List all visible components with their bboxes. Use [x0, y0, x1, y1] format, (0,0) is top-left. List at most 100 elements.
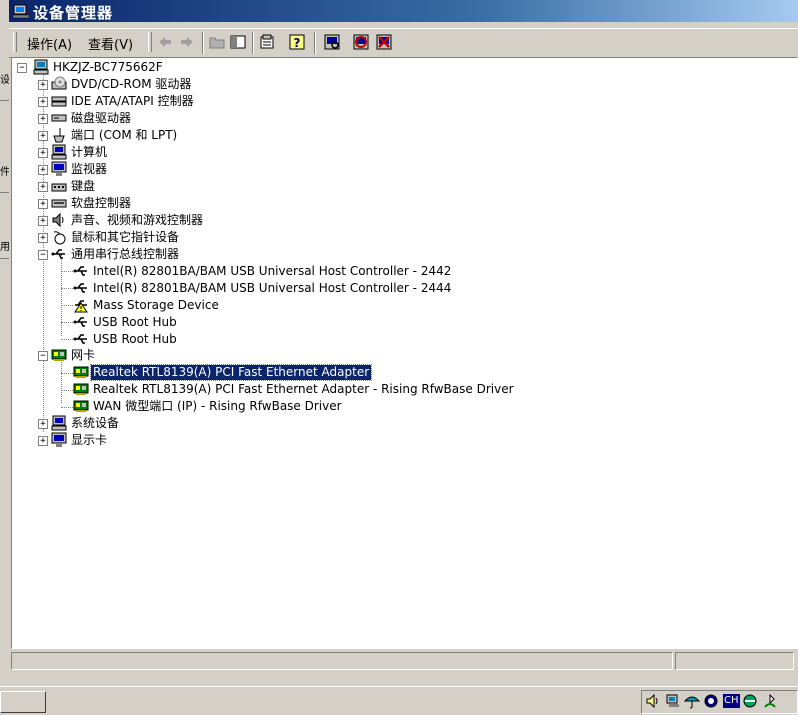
keyboard-icon [51, 183, 67, 192]
usb-icon [73, 283, 87, 293]
disable-device-icon[interactable] [352, 33, 370, 51]
tree-device-label: Realtek RTL8139(A) PCI Fast Ethernet Ada… [89, 364, 373, 381]
tree-category-label: 键盘 [71, 179, 96, 193]
menu-view[interactable]: 查看(V) [88, 34, 133, 53]
device-manager-window: 设备管理器 操作(A) 查看(V) ? − + + + + + + + + + … [9, 0, 798, 686]
forward-arrow-icon[interactable] [178, 33, 196, 51]
expand-box[interactable]: + [38, 131, 48, 141]
collapse-box[interactable]: − [38, 250, 48, 260]
usb-icon [73, 334, 87, 344]
expand-box[interactable]: + [38, 182, 48, 192]
properties-icon[interactable] [258, 33, 276, 51]
system-device-icon [51, 415, 67, 431]
toolbar-separator [314, 32, 316, 54]
expand-box[interactable]: + [38, 233, 48, 243]
device-tree[interactable]: − + + + + + + + + + + − − + + HKZJZ-BC77… [11, 57, 798, 649]
antivirus-icon[interactable] [703, 693, 719, 709]
tree-device-label: Mass Storage Device [93, 298, 219, 312]
expand-box[interactable]: + [38, 419, 48, 429]
clock-icon[interactable] [762, 693, 778, 709]
expand-box[interactable]: + [38, 80, 48, 90]
collapse-box[interactable]: − [17, 63, 27, 73]
tree-line [61, 322, 73, 323]
volume-icon[interactable] [645, 693, 661, 709]
tree-line [61, 288, 73, 289]
menu-action[interactable]: 操作(A) [27, 34, 72, 53]
expand-box[interactable]: + [38, 199, 48, 209]
usb-icon [51, 249, 65, 259]
expand-box[interactable]: + [38, 97, 48, 107]
tree-category-label: 鼠标和其它指针设备 [71, 230, 180, 244]
tree-category-label: 声音、视频和游戏控制器 [71, 213, 204, 227]
tree-line [61, 390, 73, 391]
tree-device-label: Realtek RTL8139(A) PCI Fast Ethernet Ada… [93, 382, 514, 396]
toolbar-separator [202, 32, 204, 54]
help-icon[interactable]: ? [288, 33, 306, 51]
warning-icon [74, 300, 88, 313]
tree-line [61, 254, 62, 336]
network-card-icon [73, 383, 89, 395]
tree-line [61, 305, 73, 306]
tree-category-label: 系统设备 [71, 416, 120, 430]
toolbar-separator [252, 32, 254, 54]
expand-box[interactable]: + [38, 216, 48, 226]
computer-icon [33, 59, 49, 75]
tree-line [61, 407, 73, 408]
tree-device-label: Intel(R) 82801BA/BAM USB Universal Host … [93, 281, 452, 295]
sound-icon [52, 212, 64, 228]
svg-text:?: ? [294, 36, 301, 50]
tree-category-label: 监视器 [71, 162, 108, 176]
expand-box[interactable]: + [38, 436, 48, 446]
floppy-controller-icon [51, 199, 67, 208]
cdrom-icon [51, 76, 67, 90]
toolbar-grip[interactable] [13, 32, 17, 52]
input-method-indicator[interactable]: CH [723, 694, 740, 708]
window-title: 设备管理器 [33, 4, 114, 22]
tree-category-label: IDE ATA/ATAPI 控制器 [71, 94, 194, 108]
expand-box[interactable]: + [38, 148, 48, 158]
collapse-box[interactable]: − [38, 351, 48, 361]
status-bar [11, 652, 796, 670]
taskbar-button[interactable] [0, 691, 46, 713]
tree-category-label: 计算机 [71, 145, 108, 159]
network-card-icon [73, 366, 89, 378]
tree-line [61, 339, 73, 340]
umbrella-icon[interactable] [684, 693, 700, 709]
tree-device-label: Intel(R) 82801BA/BAM USB Universal Host … [93, 264, 452, 278]
expand-box[interactable]: + [38, 165, 48, 175]
tree-line [61, 271, 73, 272]
toolbar-grip[interactable] [148, 32, 152, 52]
status-panel [675, 652, 794, 670]
title-bar[interactable]: 设备管理器 [9, 0, 798, 22]
tree-category-label: DVD/CD-ROM 驱动器 [71, 77, 192, 91]
usb-icon [73, 317, 87, 327]
folder-up-icon[interactable] [208, 33, 226, 51]
usb-icon [73, 266, 87, 276]
system-tray: CH [641, 690, 798, 714]
taskbar: CH [0, 686, 798, 715]
tree-line [61, 373, 73, 374]
network-card-icon [51, 349, 67, 361]
monitor-icon [51, 161, 67, 176]
network-tray-icon[interactable] [665, 693, 681, 709]
tree-device-label: WAN 微型端口 (IP) - Rising RfwBase Driver [93, 399, 342, 413]
tree-device-label: USB Root Hub [93, 332, 177, 346]
scan-hardware-icon[interactable] [323, 33, 341, 51]
uninstall-device-icon[interactable] [375, 33, 393, 51]
device-manager-icon [13, 4, 29, 19]
back-arrow-icon[interactable] [156, 33, 174, 51]
console-tree-icon[interactable] [229, 33, 247, 51]
tree-category-label: 网卡 [71, 348, 96, 362]
status-panel [11, 652, 673, 670]
display-adapter-icon [51, 432, 67, 447]
tree-category-label: 显示卡 [71, 433, 108, 447]
mouse-icon [53, 231, 66, 245]
ie-icon[interactable] [742, 693, 758, 709]
expand-box[interactable]: + [38, 114, 48, 124]
tree-category-label: 端口 (COM 和 LPT) [71, 128, 178, 142]
tree-category-label: 磁盘驱动器 [71, 111, 132, 125]
toolbar: 操作(A) 查看(V) ? [9, 28, 798, 58]
tree-root-label: HKZJZ-BC775662F [53, 60, 163, 74]
ide-controller-icon [51, 96, 67, 107]
disk-drive-icon [51, 114, 67, 122]
